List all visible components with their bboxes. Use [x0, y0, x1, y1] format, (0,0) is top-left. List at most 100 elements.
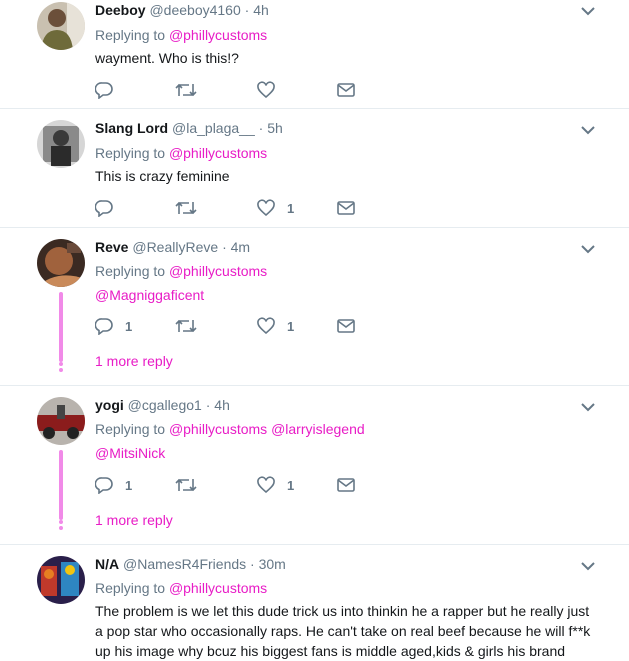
display-name[interactable]: Reve [95, 239, 128, 255]
tweet-text: This is crazy feminine [95, 168, 230, 184]
reply-button[interactable]: 1 [95, 475, 132, 495]
reply-icon [95, 82, 113, 99]
tweet-header: Slang Lord @la_plaga__ · 5h [95, 120, 283, 136]
like-count: 1 [287, 200, 295, 216]
separator: · [258, 120, 264, 136]
tweet-text-mention[interactable]: @MitsiNick [95, 443, 165, 463]
user-handle[interactable]: @cgallego1 [128, 397, 202, 413]
tweet[interactable]: Reve @ReallyReve · 4m Replying to @phill… [0, 228, 629, 386]
tweet[interactable]: N/A @NamesR4Friends · 30m Replying to @p… [0, 545, 629, 659]
chevron-down-icon[interactable] [581, 561, 595, 571]
avatar[interactable] [37, 556, 85, 604]
tweet-text: wayment. Who is this!? [95, 50, 239, 66]
like-button[interactable]: 1 [257, 198, 294, 218]
replying-to: Replying to @phillycustoms [95, 27, 267, 43]
user-handle[interactable]: @ReallyReve [132, 239, 218, 255]
avatar[interactable] [37, 397, 85, 445]
like-count: 1 [287, 318, 295, 334]
reply-icon [95, 318, 113, 335]
timestamp[interactable]: 30m [259, 556, 286, 572]
user-handle[interactable]: @NamesR4Friends [123, 556, 246, 572]
more-replies-link[interactable]: 1 more reply [95, 512, 173, 528]
mention-link[interactable]: @phillycustoms [169, 263, 267, 279]
reply-icon [95, 477, 113, 494]
avatar[interactable] [37, 239, 85, 287]
timestamp[interactable]: 4m [231, 239, 250, 255]
display-name[interactable]: Slang Lord [95, 120, 168, 136]
retweet-button[interactable] [175, 80, 197, 100]
thread-dot [59, 520, 63, 524]
avatar[interactable] [37, 2, 85, 50]
retweet-icon [175, 201, 197, 215]
thread-dot [59, 368, 63, 372]
retweet-button[interactable] [175, 316, 197, 336]
replying-to: Replying to @phillycustoms [95, 263, 267, 279]
like-button[interactable] [257, 80, 275, 100]
heart-icon [257, 199, 275, 217]
chevron-down-icon[interactable] [581, 6, 595, 16]
mention-link[interactable]: @larryislegend [271, 421, 365, 437]
replying-label: Replying to [95, 580, 166, 596]
tweet-text-mention[interactable]: @Magniggaficent [95, 285, 204, 305]
heart-icon [257, 81, 275, 99]
like-button[interactable]: 1 [257, 316, 294, 336]
chevron-down-icon[interactable] [581, 402, 595, 412]
tweet-header: Reve @ReallyReve · 4m [95, 239, 250, 255]
chevron-down-icon[interactable] [581, 125, 595, 135]
chevron-down-icon[interactable] [581, 244, 595, 254]
direct-message-button[interactable] [337, 475, 355, 495]
mention-link[interactable]: @phillycustoms [169, 421, 267, 437]
direct-message-button[interactable] [337, 80, 355, 100]
mention-link[interactable]: @phillycustoms [169, 27, 267, 43]
display-name[interactable]: yogi [95, 397, 124, 413]
envelope-icon [337, 83, 355, 97]
replying-to: Replying to @phillycustoms @larryislegen… [95, 421, 365, 437]
user-handle[interactable]: @la_plaga__ [172, 120, 255, 136]
avatar[interactable] [37, 120, 85, 168]
direct-message-button[interactable] [337, 198, 355, 218]
like-count: 1 [287, 477, 295, 493]
direct-message-button[interactable] [337, 316, 355, 336]
thread-dot [59, 514, 63, 518]
tweet-text: The problem is we let this dude trick us… [95, 601, 605, 661]
tweet-header: yogi @cgallego1 · 4h [95, 397, 230, 413]
tweet[interactable]: Slang Lord @la_plaga__ · 5h Replying to … [0, 109, 629, 228]
more-replies-link[interactable]: 1 more reply [95, 353, 173, 369]
thread-dot [59, 362, 63, 366]
reply-button[interactable]: 1 [95, 316, 132, 336]
heart-icon [257, 476, 275, 494]
replying-to: Replying to @phillycustoms [95, 580, 267, 596]
reply-button[interactable] [95, 80, 113, 100]
separator: · [205, 397, 211, 413]
display-name[interactable]: Deeboy [95, 2, 146, 18]
tweet[interactable]: Deeboy @deeboy4160 · 4h Replying to @phi… [0, 0, 629, 109]
tweet-text-line: The problem is we let this dude trick us… [95, 603, 590, 619]
retweet-button[interactable] [175, 475, 197, 495]
reply-count: 1 [125, 477, 133, 493]
replying-to: Replying to @phillycustoms [95, 145, 267, 161]
reply-icon [95, 200, 113, 217]
replying-label: Replying to [95, 145, 166, 161]
tweet-text-line: up his image why bcuz his biggest fans i… [95, 643, 566, 659]
tweet[interactable]: yogi @cgallego1 · 4h Replying to @philly… [0, 386, 629, 545]
mention-link[interactable]: @phillycustoms [169, 580, 267, 596]
envelope-icon [337, 478, 355, 492]
user-handle[interactable]: @deeboy4160 [149, 2, 240, 18]
thread-line [59, 292, 63, 362]
like-button[interactable]: 1 [257, 475, 294, 495]
replying-label: Replying to [95, 263, 166, 279]
mention-link[interactable]: @phillycustoms [169, 145, 267, 161]
reply-button[interactable] [95, 198, 113, 218]
display-name[interactable]: N/A [95, 556, 119, 572]
tweet-header: N/A @NamesR4Friends · 30m [95, 556, 286, 572]
replying-label: Replying to [95, 421, 166, 437]
retweet-button[interactable] [175, 198, 197, 218]
timestamp[interactable]: 5h [267, 120, 283, 136]
retweet-icon [175, 319, 197, 333]
tweet-text-line: a pop star who occasionally raps. He can… [95, 623, 591, 639]
timestamp[interactable]: 4h [253, 2, 269, 18]
heart-icon [257, 317, 275, 335]
timestamp[interactable]: 4h [214, 397, 230, 413]
thread-dot [59, 526, 63, 530]
thread-dot [59, 356, 63, 360]
